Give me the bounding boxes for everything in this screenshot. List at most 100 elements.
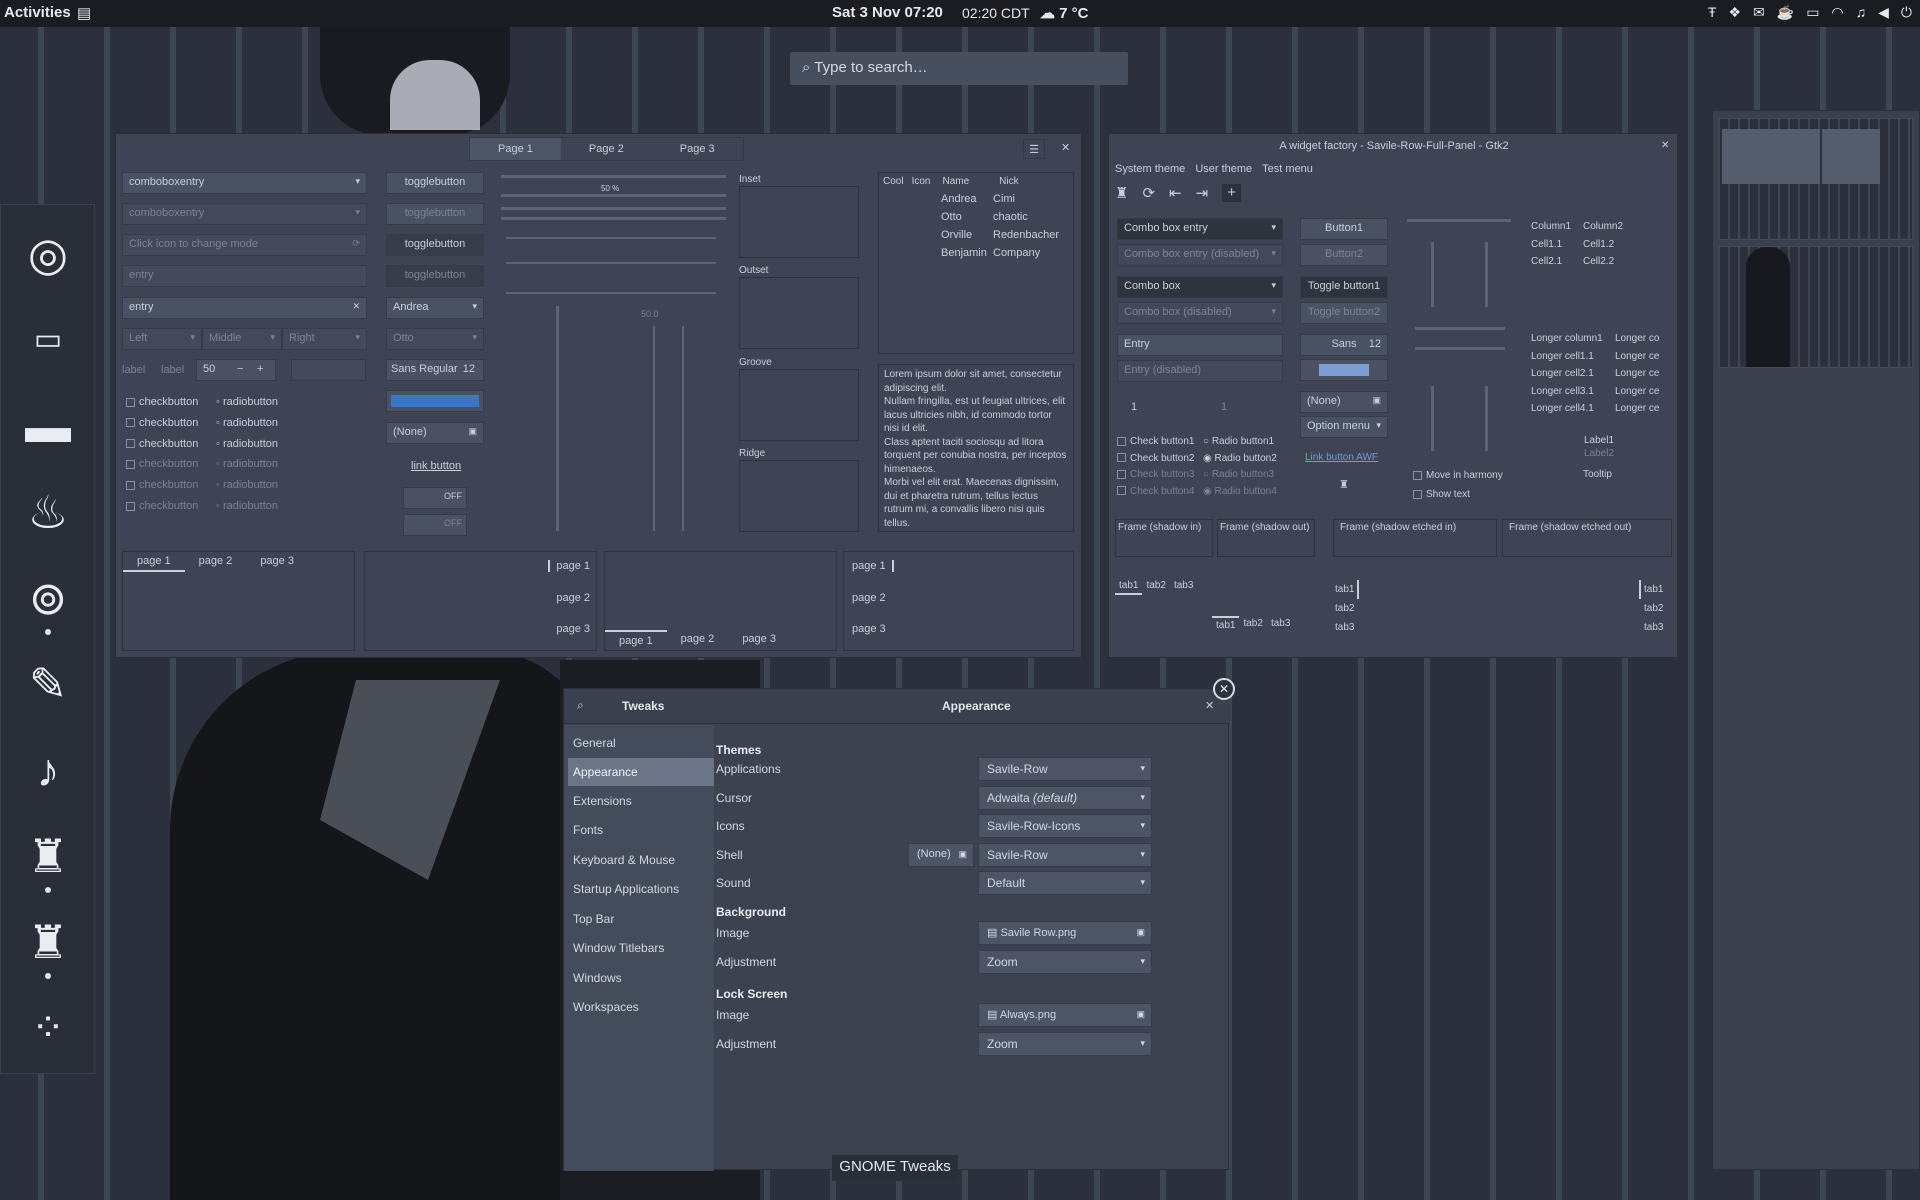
sidebar-item-startup-applications[interactable]: Startup Applications — [568, 875, 714, 903]
lock-image-chooser[interactable]: ▤ Always.png ▣ — [978, 1003, 1152, 1027]
tab3[interactable]: tab3 — [1335, 618, 1359, 637]
sidebar-item-extensions[interactable]: Extensions — [568, 787, 685, 815]
display-icon[interactable]: ▭ — [1806, 4, 1819, 21]
coffee-icon[interactable]: ☕ — [1777, 4, 1794, 21]
list-row[interactable]: Longer cell3.1 Longer ce — [1531, 383, 1671, 401]
mode-entry[interactable]: Click icon to change mode ⟳ — [122, 234, 367, 256]
option-menu[interactable]: Option menu ▾ — [1300, 416, 1388, 438]
combo-box[interactable]: Combo box ▾ — [1117, 276, 1283, 298]
forward-icon[interactable]: ⇥ — [1196, 184, 1209, 202]
check-button1[interactable]: Check button1 — [1117, 434, 1195, 451]
col-nick[interactable]: Nick — [999, 176, 1018, 187]
comboboxentry[interactable]: comboboxentry ▾ — [122, 172, 367, 194]
hscale-2[interactable] — [506, 262, 716, 264]
switch-off-1[interactable]: OFF — [403, 487, 467, 509]
button1[interactable]: Button1 — [1300, 218, 1388, 240]
spin-button-1[interactable]: 1 — [1125, 398, 1185, 420]
vscale-c[interactable] — [1431, 386, 1434, 451]
link-button[interactable]: Link button AWF — [1305, 452, 1378, 463]
files-icon[interactable]: ▬ — [19, 397, 77, 455]
vscale-2[interactable] — [653, 326, 655, 531]
link-button[interactable]: link button — [411, 460, 461, 472]
list-row[interactable]: Cell2.1 Cell2.2 — [1531, 253, 1623, 271]
togglebutton-3[interactable]: togglebutton — [386, 234, 484, 256]
font-button[interactable]: Sans 12 — [1300, 334, 1388, 356]
radiobutton-2[interactable]: ◦ radiobutton — [216, 413, 278, 434]
sidebar-item-general[interactable]: General — [568, 729, 685, 757]
hscale-1[interactable] — [506, 237, 716, 239]
tab2[interactable]: tab2 — [1335, 599, 1359, 618]
volume-icon[interactable]: ◀ — [1878, 4, 1889, 21]
tab-page-1[interactable]: page 1 — [852, 560, 894, 572]
sidebar-item-fonts[interactable]: Fonts — [568, 816, 685, 844]
tree-view[interactable]: Cool Icon Name Nick Andrea Cimi Otto chaot… — [878, 172, 1074, 354]
refresh-icon[interactable]: ⟳ — [352, 238, 360, 249]
close-icon[interactable]: ✕ — [1061, 141, 1070, 154]
sidebar-item-keyboard-mouse[interactable]: Keyboard & Mouse — [568, 846, 714, 874]
radiobutton-1[interactable]: ◦ radiobutton — [216, 392, 278, 413]
file-chooser[interactable]: (None) ▣ — [1300, 391, 1388, 413]
icons-theme-combo[interactable]: Savile-Row-Icons ▾ — [978, 814, 1152, 838]
workspace-thumbnail-1[interactable] — [1719, 118, 1913, 240]
tab-page-1[interactable]: page 1 — [123, 552, 185, 572]
tab-page-2[interactable]: page 2 — [185, 552, 247, 572]
toggle-button1[interactable]: Toggle button1 — [1300, 276, 1388, 298]
app-menu-icon[interactable]: ▤ — [77, 4, 91, 22]
factory-tool-icon[interactable]: ♜ — [1115, 184, 1128, 202]
tab-page-2[interactable]: page 2 — [548, 592, 590, 604]
tab-page2[interactable]: Page 2 — [561, 138, 652, 160]
combo-box-entry[interactable]: Combo box entry ▾ — [1117, 218, 1283, 240]
sidebar-item-windows[interactable]: Windows — [568, 964, 685, 992]
entry[interactable]: Entry — [1117, 334, 1283, 356]
vscale-b[interactable] — [1485, 242, 1488, 307]
search-input[interactable]: ⌕ Type to search… — [790, 52, 1128, 85]
vscale-d[interactable] — [1485, 386, 1488, 451]
vscale-1[interactable] — [556, 306, 559, 531]
hscale-top[interactable] — [1407, 219, 1511, 222]
list-row[interactable]: Longer cell1.1 Longer ce — [1531, 348, 1671, 366]
tab3[interactable]: tab3 — [1639, 618, 1663, 637]
checkbutton-2[interactable]: checkbutton — [126, 413, 198, 434]
bell-icon[interactable]: ♫ — [1856, 4, 1867, 21]
power-icon[interactable]: ⏻ — [1901, 4, 1912, 21]
weather-indicator[interactable]: ☁ 7 °C — [1040, 4, 1089, 22]
hamburger-menu-button[interactable]: ☰ — [1023, 139, 1045, 159]
close-icon[interactable]: ✕ — [1205, 699, 1214, 712]
radiobutton-3[interactable]: ◦ radiobutton — [216, 434, 278, 455]
paint-icon[interactable]: ✎ — [19, 655, 77, 713]
spin-button[interactable]: 50− + — [196, 359, 276, 381]
list-row[interactable]: Longer cell4.1 Longer ce — [1531, 400, 1671, 418]
entry[interactable]: entry ✕ — [122, 297, 367, 319]
menu-system-theme[interactable]: System theme — [1115, 163, 1185, 175]
vscale-3[interactable] — [682, 326, 684, 531]
tab-page-2[interactable]: page 2 — [667, 630, 729, 650]
color-button[interactable] — [1300, 359, 1388, 381]
font-button[interactable]: Sans Regular 12 — [386, 359, 484, 381]
shell-file-button[interactable]: (None) ▣ — [908, 843, 974, 867]
mail-icon[interactable]: ✉ — [1753, 4, 1765, 21]
file-chooser-button[interactable]: (None) ▣ — [386, 422, 484, 444]
tree-row[interactable]: Andrea Cimi Otto chaotic Orville Redenbache… — [941, 190, 1059, 262]
dropbox-icon[interactable]: ❖ — [1728, 4, 1741, 21]
col-cool[interactable]: Cool — [883, 176, 904, 187]
sidebar-item-window-titlebars[interactable]: Window Titlebars — [568, 934, 714, 962]
background-image-chooser[interactable]: ▤ Savile Row.png ▣ — [978, 921, 1152, 945]
tab-page-3[interactable]: page 3 — [728, 630, 790, 650]
tab1[interactable]: tab1 — [1335, 580, 1360, 599]
sidebar-item-appearance[interactable]: Appearance — [568, 758, 714, 786]
hscale-3[interactable] — [506, 292, 716, 294]
sound-theme-combo[interactable]: Default ▾ — [978, 871, 1152, 895]
clear-icon[interactable]: ✕ — [352, 301, 360, 312]
checkbutton-3[interactable]: checkbutton — [126, 434, 198, 455]
hscale-mid-1[interactable] — [1415, 327, 1505, 330]
tab-page-1[interactable]: page 1 — [548, 560, 590, 572]
tab1[interactable]: tab1 — [1115, 578, 1143, 595]
menu-user-theme[interactable]: User theme — [1195, 163, 1252, 175]
add-icon[interactable]: + — [1222, 184, 1241, 202]
tab2[interactable]: tab2 — [1639, 599, 1663, 618]
tab-page-1[interactable]: page 1 — [605, 630, 667, 650]
alt-timezone[interactable]: 02:20 CDT — [962, 5, 1030, 21]
tab-page-3[interactable]: page 3 — [246, 552, 308, 572]
factory2-icon[interactable]: ♜ — [19, 913, 77, 971]
terminal-icon[interactable]: ▭ — [19, 311, 77, 369]
